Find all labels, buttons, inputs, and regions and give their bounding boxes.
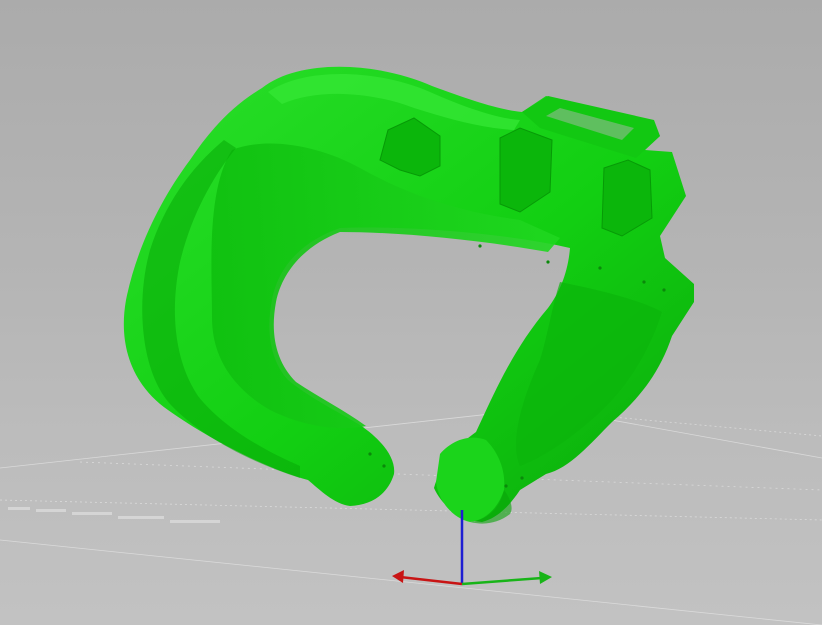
- y-axis-arrow: [539, 571, 552, 584]
- scene-canvas[interactable]: [0, 0, 822, 625]
- headset-model[interactable]: [123, 66, 695, 524]
- y-axis: [461, 576, 543, 586]
- 3d-viewport[interactable]: [0, 0, 822, 625]
- bed-label-marks: [8, 507, 220, 523]
- bed-grid-line: [589, 414, 822, 437]
- bed-edge-front: [0, 539, 822, 625]
- x-axis: [399, 575, 463, 586]
